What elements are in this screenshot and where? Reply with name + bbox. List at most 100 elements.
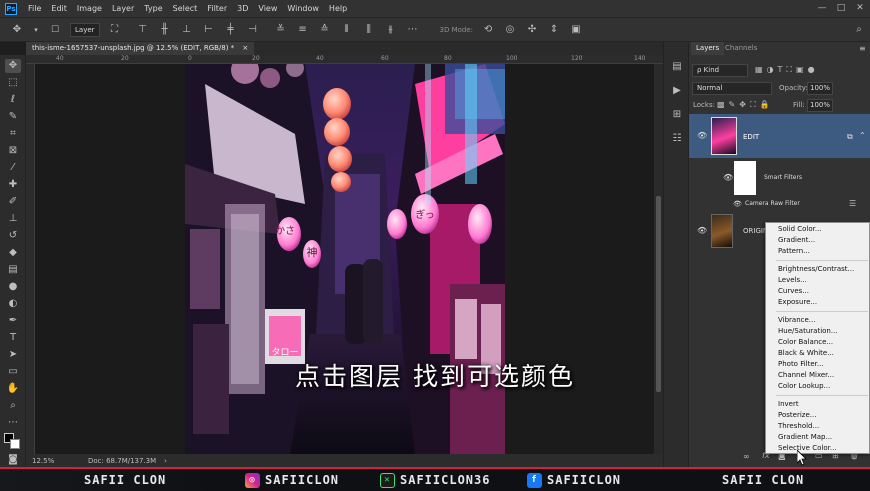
menu-item-curves[interactable]: Curves... (778, 287, 809, 296)
pen-tool-icon[interactable]: ✒ (5, 314, 21, 328)
adjustments-panel-icon[interactable]: ☷ (670, 132, 684, 146)
menu-item-hue-saturation[interactable]: Hue/Saturation... (778, 327, 838, 336)
background-color-swatch[interactable] (10, 439, 20, 449)
vertical-scrollbar[interactable] (654, 64, 663, 454)
path-selection-tool-icon[interactable]: ➤ (5, 348, 21, 362)
align-left-icon[interactable]: ⊢ (202, 24, 216, 36)
move-tool-icon[interactable]: ✥ (10, 24, 24, 36)
chevron-down-icon[interactable]: ▾ (32, 24, 40, 36)
menu-item-photo-filter[interactable]: Photo Filter... (778, 360, 824, 369)
menu-item-posterize[interactable]: Posterize... (778, 411, 816, 420)
menu-item-vibrance[interactable]: Vibrance... (778, 316, 815, 325)
fill-input[interactable]: 100% (807, 99, 833, 112)
link-layers-icon[interactable]: ∞ (743, 452, 750, 461)
menu-item-gradient[interactable]: Gradient... (778, 236, 815, 245)
align-vcenter-icon[interactable]: ╫ (158, 24, 172, 36)
blend-mode-dropdown[interactable]: Normal (692, 82, 772, 95)
menu-item-selective-color[interactable]: Selective Color... (778, 444, 837, 453)
panel-menu-icon[interactable]: ≡ (859, 44, 866, 53)
visibility-eye-icon[interactable]: 👁 (697, 227, 707, 235)
menu-item-brightness-contrast[interactable]: Brightness/Contrast... (778, 265, 854, 274)
distribute-left-icon[interactable]: ⫴ (340, 24, 354, 36)
tab-channels[interactable]: Channels (720, 42, 762, 55)
eraser-tool-icon[interactable]: ◆ (5, 246, 21, 260)
align-bottom-icon[interactable]: ⊥ (180, 24, 194, 36)
blur-tool-icon[interactable]: ● (5, 280, 21, 294)
healing-brush-tool-icon[interactable]: ✚ (5, 178, 21, 192)
menu-help[interactable]: Help (324, 4, 352, 13)
collapse-arrow-icon[interactable]: ⌃ (859, 131, 866, 140)
filter-options-icon[interactable]: ☰ (849, 199, 856, 208)
more-tools-icon[interactable]: ⋯ (5, 416, 21, 430)
auto-select-checkbox[interactable]: ☐ (48, 24, 62, 36)
visibility-eye-icon[interactable]: 👁 (723, 174, 733, 182)
layer-kind-filter[interactable]: ρ Kind (692, 64, 748, 77)
distribute-vcenter-icon[interactable]: ≡ (296, 24, 310, 36)
menu-item-invert[interactable]: Invert (778, 400, 799, 409)
align-right-icon[interactable]: ⊣ (246, 24, 260, 36)
menu-select[interactable]: Select (168, 4, 203, 13)
clone-stamp-tool-icon[interactable]: ⊥ (5, 212, 21, 226)
menu-edit[interactable]: Edit (46, 4, 72, 13)
history-panel-icon[interactable]: ▤ (670, 60, 684, 74)
move-tool-icon[interactable]: ✥ (5, 59, 21, 73)
visibility-eye-icon[interactable]: 👁 (697, 132, 707, 140)
3d-orbit-icon[interactable]: ⟲ (481, 24, 495, 36)
menu-view[interactable]: View (253, 4, 282, 13)
gradient-tool-icon[interactable]: ▤ (5, 263, 21, 277)
transform-controls-icon[interactable]: ⛶ (108, 24, 122, 36)
properties-panel-icon[interactable]: ⊞ (670, 108, 684, 122)
layer-row-camera-raw[interactable]: 👁 Camera Raw Filter ☰ (689, 198, 870, 211)
scrollbar-thumb[interactable] (656, 196, 661, 392)
menu-item-color-lookup[interactable]: Color Lookup... (778, 382, 830, 391)
3d-drag-icon[interactable]: ✣ (525, 24, 539, 36)
layer-row-edit[interactable]: 👁 EDIT ⧉ ⌃ (689, 114, 870, 158)
close-tab-icon[interactable]: × (242, 44, 248, 52)
lock-icons[interactable]: ▩✎✥⛶🔒 (717, 100, 777, 110)
document-tab[interactable]: this-isme-1657537-unsplash.jpg @ 12.5% (… (26, 42, 255, 55)
menu-item-exposure[interactable]: Exposure... (778, 298, 817, 307)
document-image[interactable]: かさ 神 ぎっ タロー (185, 64, 505, 454)
menu-item-gradient-map[interactable]: Gradient Map... (778, 433, 832, 442)
menu-item-black-white[interactable]: Black & White... (778, 349, 834, 358)
menu-filter[interactable]: Filter (202, 4, 232, 13)
menu-window[interactable]: Window (282, 4, 324, 13)
zoom-tool-icon[interactable]: ⌕ (5, 399, 21, 413)
status-menu-arrow[interactable]: › (164, 457, 167, 465)
menu-item-pattern[interactable]: Pattern... (778, 247, 810, 256)
layer-row-smart-filters[interactable]: 👁 Smart Filters (689, 158, 870, 198)
canvas-area[interactable]: かさ 神 ぎっ タロー (35, 64, 654, 454)
search-icon[interactable]: ⌕ (852, 24, 866, 36)
history-brush-tool-icon[interactable]: ↺ (5, 229, 21, 243)
close-window-button[interactable]: ✕ (853, 2, 867, 14)
align-hcenter-icon[interactable]: ╪ (224, 24, 238, 36)
align-top-icon[interactable]: ⊤ (136, 24, 150, 36)
menu-item-channel-mixer[interactable]: Channel Mixer... (778, 371, 834, 380)
distribute-right-icon[interactable]: ⫵ (384, 24, 398, 36)
menu-3d[interactable]: 3D (232, 4, 253, 13)
3d-roll-icon[interactable]: ◎ (503, 24, 517, 36)
3d-scale-icon[interactable]: ▣ (569, 24, 583, 36)
layer-filter-icons[interactable]: ▦◑T⛶▣● (755, 65, 865, 76)
eyedropper-tool-icon[interactable]: ⁄ (5, 161, 21, 175)
menu-image[interactable]: Image (72, 4, 107, 13)
visibility-eye-icon[interactable]: 👁 (733, 200, 743, 208)
type-tool-icon[interactable]: T (5, 331, 21, 345)
3d-slide-icon[interactable]: ⇕ (547, 24, 561, 36)
opacity-input[interactable]: 100% (807, 82, 833, 95)
lasso-tool-icon[interactable]: ℓ (5, 93, 21, 107)
dodge-tool-icon[interactable]: ◐ (5, 297, 21, 311)
quick-select-tool-icon[interactable]: ✎ (5, 110, 21, 124)
menu-item-color-balance[interactable]: Color Balance... (778, 338, 833, 347)
maximize-button[interactable]: □ (834, 2, 848, 14)
distribute-bottom-icon[interactable]: ≙ (318, 24, 332, 36)
shape-tool-icon[interactable]: ▭ (5, 365, 21, 379)
distribute-top-icon[interactable]: ≚ (274, 24, 288, 36)
marquee-tool-icon[interactable]: ⬚ (5, 76, 21, 90)
menu-item-solid-color[interactable]: Solid Color... (778, 225, 822, 234)
play-actions-icon[interactable]: ▶ (670, 84, 684, 98)
distribute-hcenter-icon[interactable]: ⫼ (362, 24, 376, 36)
minimize-button[interactable]: — (815, 2, 829, 14)
menu-file[interactable]: File (23, 4, 46, 13)
crop-tool-icon[interactable]: ⌗ (5, 127, 21, 141)
